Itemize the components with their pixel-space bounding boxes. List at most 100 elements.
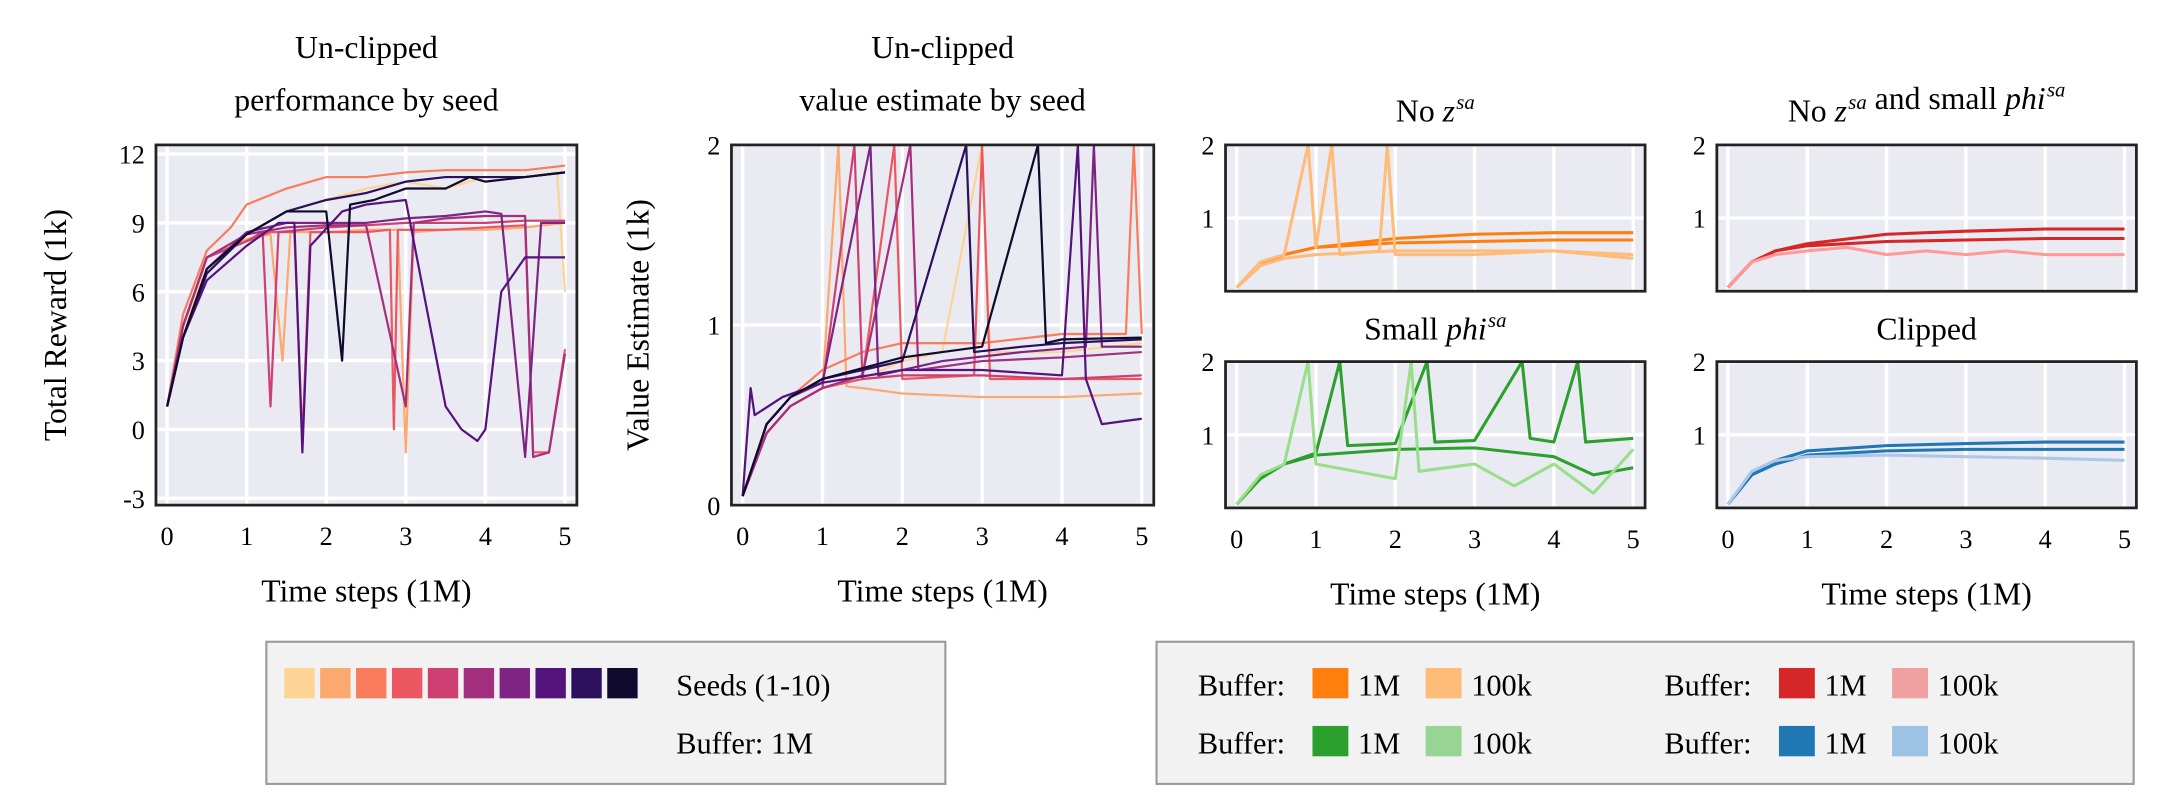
legend-buffers: Buffer: 1M 100k Buffer: 1M 100k Buffer: 1M 100k B… <box>1155 640 2135 785</box>
title-superscript: sa <box>1456 92 1474 114</box>
y-tick-label: 3 <box>132 347 145 376</box>
legend-box <box>1155 640 2135 785</box>
legend-swatch-100k <box>1892 667 1929 699</box>
figure: -30369120 1 2 3 4 5Time steps (1M)Total Rewar… <box>38 30 2138 785</box>
legend-swatch-1m <box>1312 667 1349 699</box>
x-tick-label: 0 <box>1230 525 1243 554</box>
chart-panel-3: 1 2 No z^sa <box>1201 92 1647 293</box>
chart-title: Clipped <box>1876 312 1977 347</box>
title-superscript: sa <box>1848 92 1866 114</box>
x-tick-label: 2 <box>320 522 333 551</box>
chart-title-line: Un-clipped <box>295 30 438 65</box>
chart-panel-1: -30369120 1 2 3 4 5Time steps (1M)Total Rewar… <box>38 30 579 609</box>
legend-swatch-seed-7 <box>499 667 530 699</box>
x-tick-label: 4 <box>1055 522 1068 551</box>
x-tick-label: 3 <box>1468 525 1481 554</box>
legend-box <box>265 640 947 785</box>
chart-panel-6: 1 2 0 1 2 3 4 5 Time steps (1M) Clipped <box>1693 312 2138 611</box>
title-superscript: sa <box>2047 80 2065 102</box>
x-tick-label: 0 <box>161 522 174 551</box>
title-math: z <box>1827 93 1847 128</box>
x-tick-label: 4 <box>1547 525 1560 554</box>
x-tick-label: 2 <box>896 522 909 551</box>
title-text: small <box>1920 81 1997 116</box>
x-tick-label: 1 <box>1309 525 1322 554</box>
legend-label-buffer: Buffer: <box>1198 727 1285 761</box>
legend-label-1m: 1M <box>1824 727 1866 761</box>
x-axis-label: Time steps (1M) <box>837 574 1047 609</box>
x-tick-label: 3 <box>399 522 412 551</box>
title-text: No <box>1396 93 1435 128</box>
x-tick-label: 3 <box>976 522 989 551</box>
legend-swatch-seed-2 <box>320 667 351 699</box>
chart-panel-4: 1 2 0 1 2 3 4 5 Time steps (1M) Small phi^sa <box>1201 310 1647 611</box>
legend-swatch-1m <box>1778 667 1815 699</box>
x-tick-label: 2 <box>1389 525 1402 554</box>
title-text: and <box>1867 81 1921 116</box>
legend-swatch-seed-5 <box>427 667 459 699</box>
title-math: phi <box>1438 312 1487 347</box>
x-axis-label: Time steps (1M) <box>1330 576 1540 611</box>
legend-swatch-seed-10 <box>607 667 638 699</box>
y-tick-label: 6 <box>132 278 145 307</box>
legend-label-1m: 1M <box>1358 669 1400 703</box>
legend-label-1m: 1M <box>1358 727 1400 761</box>
legend-swatch-seed-8 <box>535 667 566 699</box>
x-tick-label: 1 <box>240 522 253 551</box>
chart-title: No z^sa <box>1396 92 1475 128</box>
x-axis-label: Time steps (1M) <box>261 574 471 609</box>
y-tick-label: 2 <box>1201 348 1214 377</box>
y-axis-label: Total Reward (1k) <box>38 209 73 441</box>
y-tick-label: 0 <box>132 416 145 445</box>
legend-swatch-100k <box>1425 667 1462 699</box>
legend-swatch-1m <box>1778 725 1815 757</box>
x-tick-label: 1 <box>816 522 829 551</box>
legend-label-buffer: Buffer: <box>1664 727 1751 761</box>
title-math: z <box>1435 93 1455 128</box>
x-tick-label: 0 <box>736 522 749 551</box>
x-tick-label: 5 <box>558 522 571 551</box>
legend-swatch-seed-9 <box>571 667 602 699</box>
x-tick-label: 1 <box>1801 525 1814 554</box>
legend-label-seeds: Seeds (1-10) <box>676 669 830 703</box>
legend-label-buffer: Buffer: <box>1664 669 1751 703</box>
legend-label-buffer: Buffer: <box>1198 669 1285 703</box>
y-tick-label: 1 <box>1201 205 1214 234</box>
chart-title-line: performance by seed <box>234 82 498 117</box>
y-tick-label: 2 <box>707 132 720 161</box>
y-tick-label: 1 <box>1693 421 1706 450</box>
legend-label-buffer: Buffer: 1M <box>676 727 813 761</box>
title-superscript: sa <box>1488 310 1506 332</box>
legend-label-100k: 100k <box>1471 669 1533 703</box>
legend-swatch-seed-1 <box>284 667 315 699</box>
chart-title: No z^sa and small phi^sa <box>1788 80 2065 129</box>
y-tick-label: -3 <box>123 485 145 514</box>
legend-swatch-seed-3 <box>356 667 387 699</box>
legend-label-100k: 100k <box>1471 727 1533 761</box>
chart-title-line: Un-clipped <box>871 30 1014 65</box>
plot-background <box>155 144 577 506</box>
x-tick-label: 4 <box>479 522 492 551</box>
y-tick-label: 2 <box>1693 348 1706 377</box>
title-text: Small <box>1364 312 1438 347</box>
x-tick-label: 2 <box>1880 525 1893 554</box>
y-tick-label: 1 <box>1201 421 1214 450</box>
chart-title: Small phi^sa <box>1364 310 1506 346</box>
legend-swatch-100k <box>1892 725 1929 757</box>
x-axis-label: Time steps (1M) <box>1821 576 2031 611</box>
legend-seeds: Seeds (1-10) Buffer: 1M <box>265 640 947 785</box>
legend-swatch-100k <box>1425 725 1462 757</box>
legend-swatch-seed-4 <box>391 667 423 699</box>
title-text: No <box>1788 93 1827 128</box>
x-tick-label: 0 <box>1721 525 1734 554</box>
chart-panel-5: 1 2 No z^sa and small phi^sa <box>1693 80 2138 293</box>
y-tick-label: 9 <box>132 210 145 239</box>
legend-label-100k: 100k <box>1938 727 2000 761</box>
chart-title-line: value estimate by seed <box>799 82 1086 117</box>
y-axis-label: Value Estimate (1k) <box>621 199 656 451</box>
x-tick-label: 3 <box>1959 525 1972 554</box>
x-tick-label: 5 <box>1627 525 1640 554</box>
legend-swatch-seed-6 <box>463 667 495 699</box>
legend-swatch-1m <box>1312 725 1349 757</box>
legend-label-1m: 1M <box>1824 669 1866 703</box>
